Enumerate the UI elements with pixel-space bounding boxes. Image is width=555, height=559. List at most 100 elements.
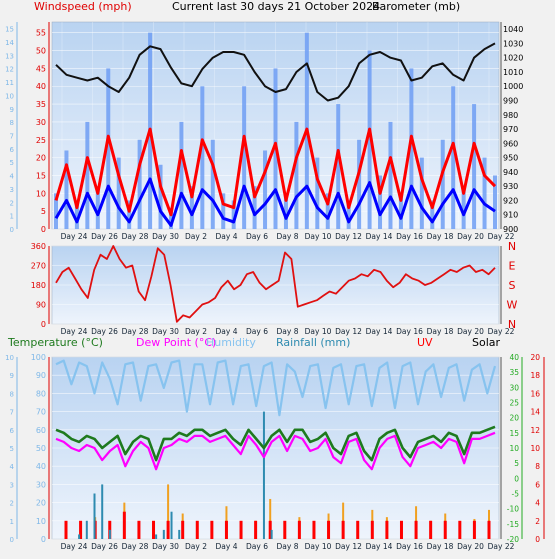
x-tick-label: Day 8 — [277, 327, 299, 336]
humidity-tick-label: 90 — [36, 371, 46, 380]
x-tick-label: Day 28 — [122, 232, 149, 241]
x-tick-label: Day 16 — [396, 327, 423, 336]
x-tick-label: Day 20 — [457, 327, 484, 336]
wind-tick-label: 45 — [36, 64, 46, 73]
x-tick-label: Day 6 — [246, 232, 268, 241]
humidity-tick-label: 40 — [36, 462, 46, 471]
temperature-tick-label: 25 — [509, 399, 519, 408]
rain-tick-label: 3 — [10, 481, 14, 489]
wind-knots-tick-label: 4 — [10, 173, 15, 181]
uv-bar — [224, 520, 228, 539]
gust-bar — [294, 121, 299, 229]
x-tick-label: Day 8 — [277, 542, 299, 551]
wind-tick-label: 20 — [36, 154, 46, 163]
uv-bar — [166, 520, 170, 539]
wind-tick-label: 10 — [36, 189, 46, 198]
barometer-tick-label: 1030 — [503, 39, 523, 48]
direction-tick-label: 90 — [36, 301, 46, 310]
gust-bar — [64, 150, 69, 229]
wind-knots-tick-label: 10 — [5, 92, 14, 100]
gust-bar — [263, 150, 268, 229]
rainfall-bar — [170, 511, 173, 539]
x-tick-label: Day 26 — [91, 232, 118, 241]
barometer-tick-label: 1040 — [503, 25, 523, 34]
compass-tick-label: E — [509, 260, 516, 273]
barometer-tick-label: 930 — [503, 182, 518, 191]
humidity-tick-label: 60 — [36, 426, 46, 435]
rainfall-bar — [178, 529, 181, 539]
uv-bar — [399, 520, 403, 539]
rain-tick-label: 5 — [10, 445, 14, 453]
x-tick-label: Day 24 — [61, 327, 88, 336]
uv-tick-label: 0 — [535, 535, 540, 544]
rainfall-bar — [155, 534, 158, 539]
humidity-tick-label: 0 — [41, 535, 46, 544]
x-tick-label: Day 14 — [366, 542, 393, 551]
temperature-tick-label: -20 — [507, 535, 519, 544]
rain-tick-label: 10 — [5, 354, 14, 362]
x-tick-label: Day 2 — [185, 232, 207, 241]
wind-knots-tick-label: 14 — [5, 39, 14, 47]
direction-tick-label: 0 — [41, 320, 46, 329]
wind-tick-label: 0 — [41, 225, 46, 234]
uv-tick-label: 16 — [530, 389, 540, 398]
x-tick-label: Day 18 — [427, 327, 454, 336]
gust-bar — [388, 121, 393, 229]
gust-bar — [137, 139, 142, 229]
rainfall-bar — [270, 529, 273, 539]
barometer-tick-label: 950 — [503, 154, 518, 163]
uv-bar — [297, 520, 301, 539]
barometer-tick-label: 990 — [503, 97, 518, 106]
rainfall-bar — [101, 484, 104, 539]
wind-knots-tick-label: 2 — [10, 199, 14, 207]
weather-graph: Windspeed (mph) Current last 30 days 21 … — [0, 0, 555, 554]
temperature-tick-label: -5 — [512, 490, 520, 499]
uv-tick-label: 2 — [535, 517, 540, 526]
uv-tick-label: 20 — [530, 353, 540, 362]
gust-bar — [357, 139, 362, 229]
barometer-tick-label: 920 — [503, 196, 518, 205]
uv-bar — [152, 520, 156, 539]
uv-bar — [370, 520, 374, 539]
humidity-tick-label: 10 — [36, 517, 46, 526]
legend-dewpoint: Dew Point (°C) — [136, 336, 216, 349]
rain-tick-label: 1 — [10, 518, 14, 526]
x-tick-label: Day 4 — [216, 327, 238, 336]
uv-tick-label: 6 — [535, 480, 540, 489]
uv-bar — [341, 520, 345, 539]
wind-knots-tick-label: 15 — [5, 26, 14, 34]
x-tick-label: Day 30 — [152, 232, 179, 241]
x-tick-label: Day 18 — [427, 232, 454, 241]
gust-bar — [440, 139, 445, 229]
uv-bar — [429, 520, 433, 539]
rain-tick-label: 2 — [10, 500, 14, 508]
uv-bar — [210, 520, 214, 539]
rain-tick-label: 6 — [10, 427, 15, 435]
wind-knots-tick-label: 11 — [5, 79, 14, 87]
x-tick-label: Day 12 — [335, 542, 362, 551]
uv-bar — [312, 520, 316, 539]
wind-knots-tick-label: 9 — [10, 106, 14, 114]
uv-tick-label: 10 — [530, 444, 540, 453]
barometer-tick-label: 1000 — [503, 82, 523, 91]
legend-uv: UV — [417, 336, 433, 349]
uv-bar — [181, 520, 185, 539]
temperature-tick-label: -10 — [507, 505, 519, 514]
wind-knots-tick-label: 13 — [5, 52, 14, 60]
wind-knots-tick-label: 3 — [10, 186, 14, 194]
barometer-tick-label: 940 — [503, 168, 518, 177]
x-tick-label: Day 12 — [335, 327, 362, 336]
wind-knots-tick-label: 7 — [10, 133, 14, 141]
x-tick-label: Day 2 — [185, 327, 207, 336]
uv-bar — [487, 520, 491, 539]
uv-bar — [137, 520, 141, 539]
x-tick-label: Day 24 — [61, 232, 88, 241]
uv-bar — [195, 520, 199, 539]
uv-bar — [356, 520, 360, 539]
compass-tick-label: S — [509, 279, 516, 292]
barometer-tick-label: 980 — [503, 111, 518, 120]
barometer-tick-label: 960 — [503, 139, 518, 148]
x-tick-label: Day 6 — [246, 542, 268, 551]
uv-bar — [254, 520, 258, 539]
uv-tick-label: 14 — [530, 408, 540, 417]
